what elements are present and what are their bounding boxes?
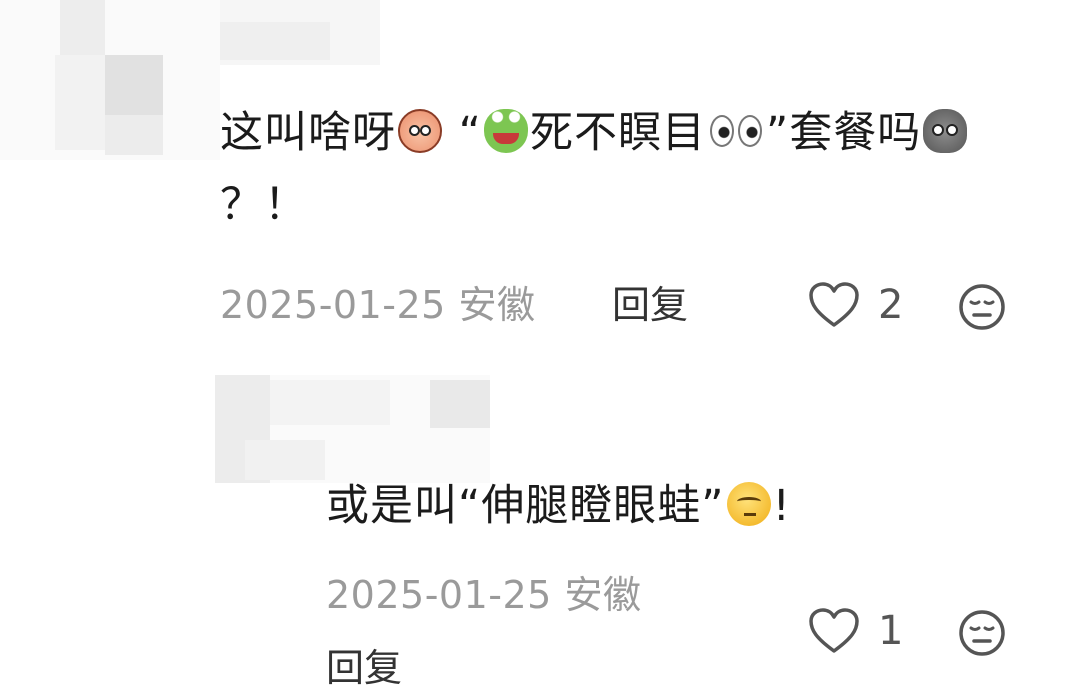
comment-text-segment: 死不瞑目	[529, 108, 706, 158]
frog-emoji-icon	[483, 109, 528, 153]
blurred-username-region	[220, 22, 330, 60]
blurred-avatar-region	[55, 55, 105, 150]
reply-comment-text: 或是叫“伸腿瞪眼蛙”!	[326, 470, 1026, 542]
blurred-username-region	[245, 440, 325, 480]
comment-meta: 2025-01-25 安徽	[220, 280, 535, 330]
comment-text-segment: ”套餐吗	[765, 108, 922, 158]
thinking-raised-eyebrow-emoji-icon	[726, 482, 771, 526]
blurred-avatar-region	[60, 0, 105, 55]
comment-text-segment: ？！	[220, 180, 308, 230]
eyes-emoji-icon	[708, 109, 764, 153]
shocked-rock-emoji-icon	[923, 109, 968, 153]
dislike-face-icon[interactable]	[958, 283, 1006, 331]
sweating-peach-emoji-icon	[398, 109, 442, 153]
like-button[interactable]: 2	[808, 280, 903, 330]
comment-text-segment: “	[458, 108, 482, 158]
like-count: 1	[878, 608, 904, 654]
comment-date: 2025-01-25	[326, 573, 552, 617]
reply-button[interactable]: 回复	[326, 643, 402, 693]
reply-button[interactable]: 回复	[612, 280, 688, 330]
comment-location: 安徽	[564, 573, 642, 617]
heart-icon	[809, 282, 859, 327]
comment-text-segment: 或是叫“伸腿瞪眼蛙”	[326, 481, 725, 531]
blurred-username-region	[270, 380, 390, 425]
comment-meta: 2025-01-25 安徽	[326, 570, 641, 620]
comment-text-segment: 这叫啥呀	[220, 108, 396, 158]
blurred-avatar-region	[105, 115, 163, 155]
blurred-avatar-region	[105, 55, 163, 115]
comment-location: 安徽	[458, 283, 536, 327]
comment-date: 2025-01-25	[220, 283, 446, 327]
comment-text-segment: !	[772, 481, 791, 531]
dislike-face-icon[interactable]	[958, 609, 1006, 657]
comment-text: 这叫啥呀 “ 死不瞑目 ”套餐吗 ？！	[220, 97, 1020, 241]
like-button[interactable]: 1	[808, 606, 903, 656]
like-count: 2	[878, 282, 904, 328]
blurred-username-region	[430, 380, 490, 428]
heart-icon	[809, 608, 859, 653]
